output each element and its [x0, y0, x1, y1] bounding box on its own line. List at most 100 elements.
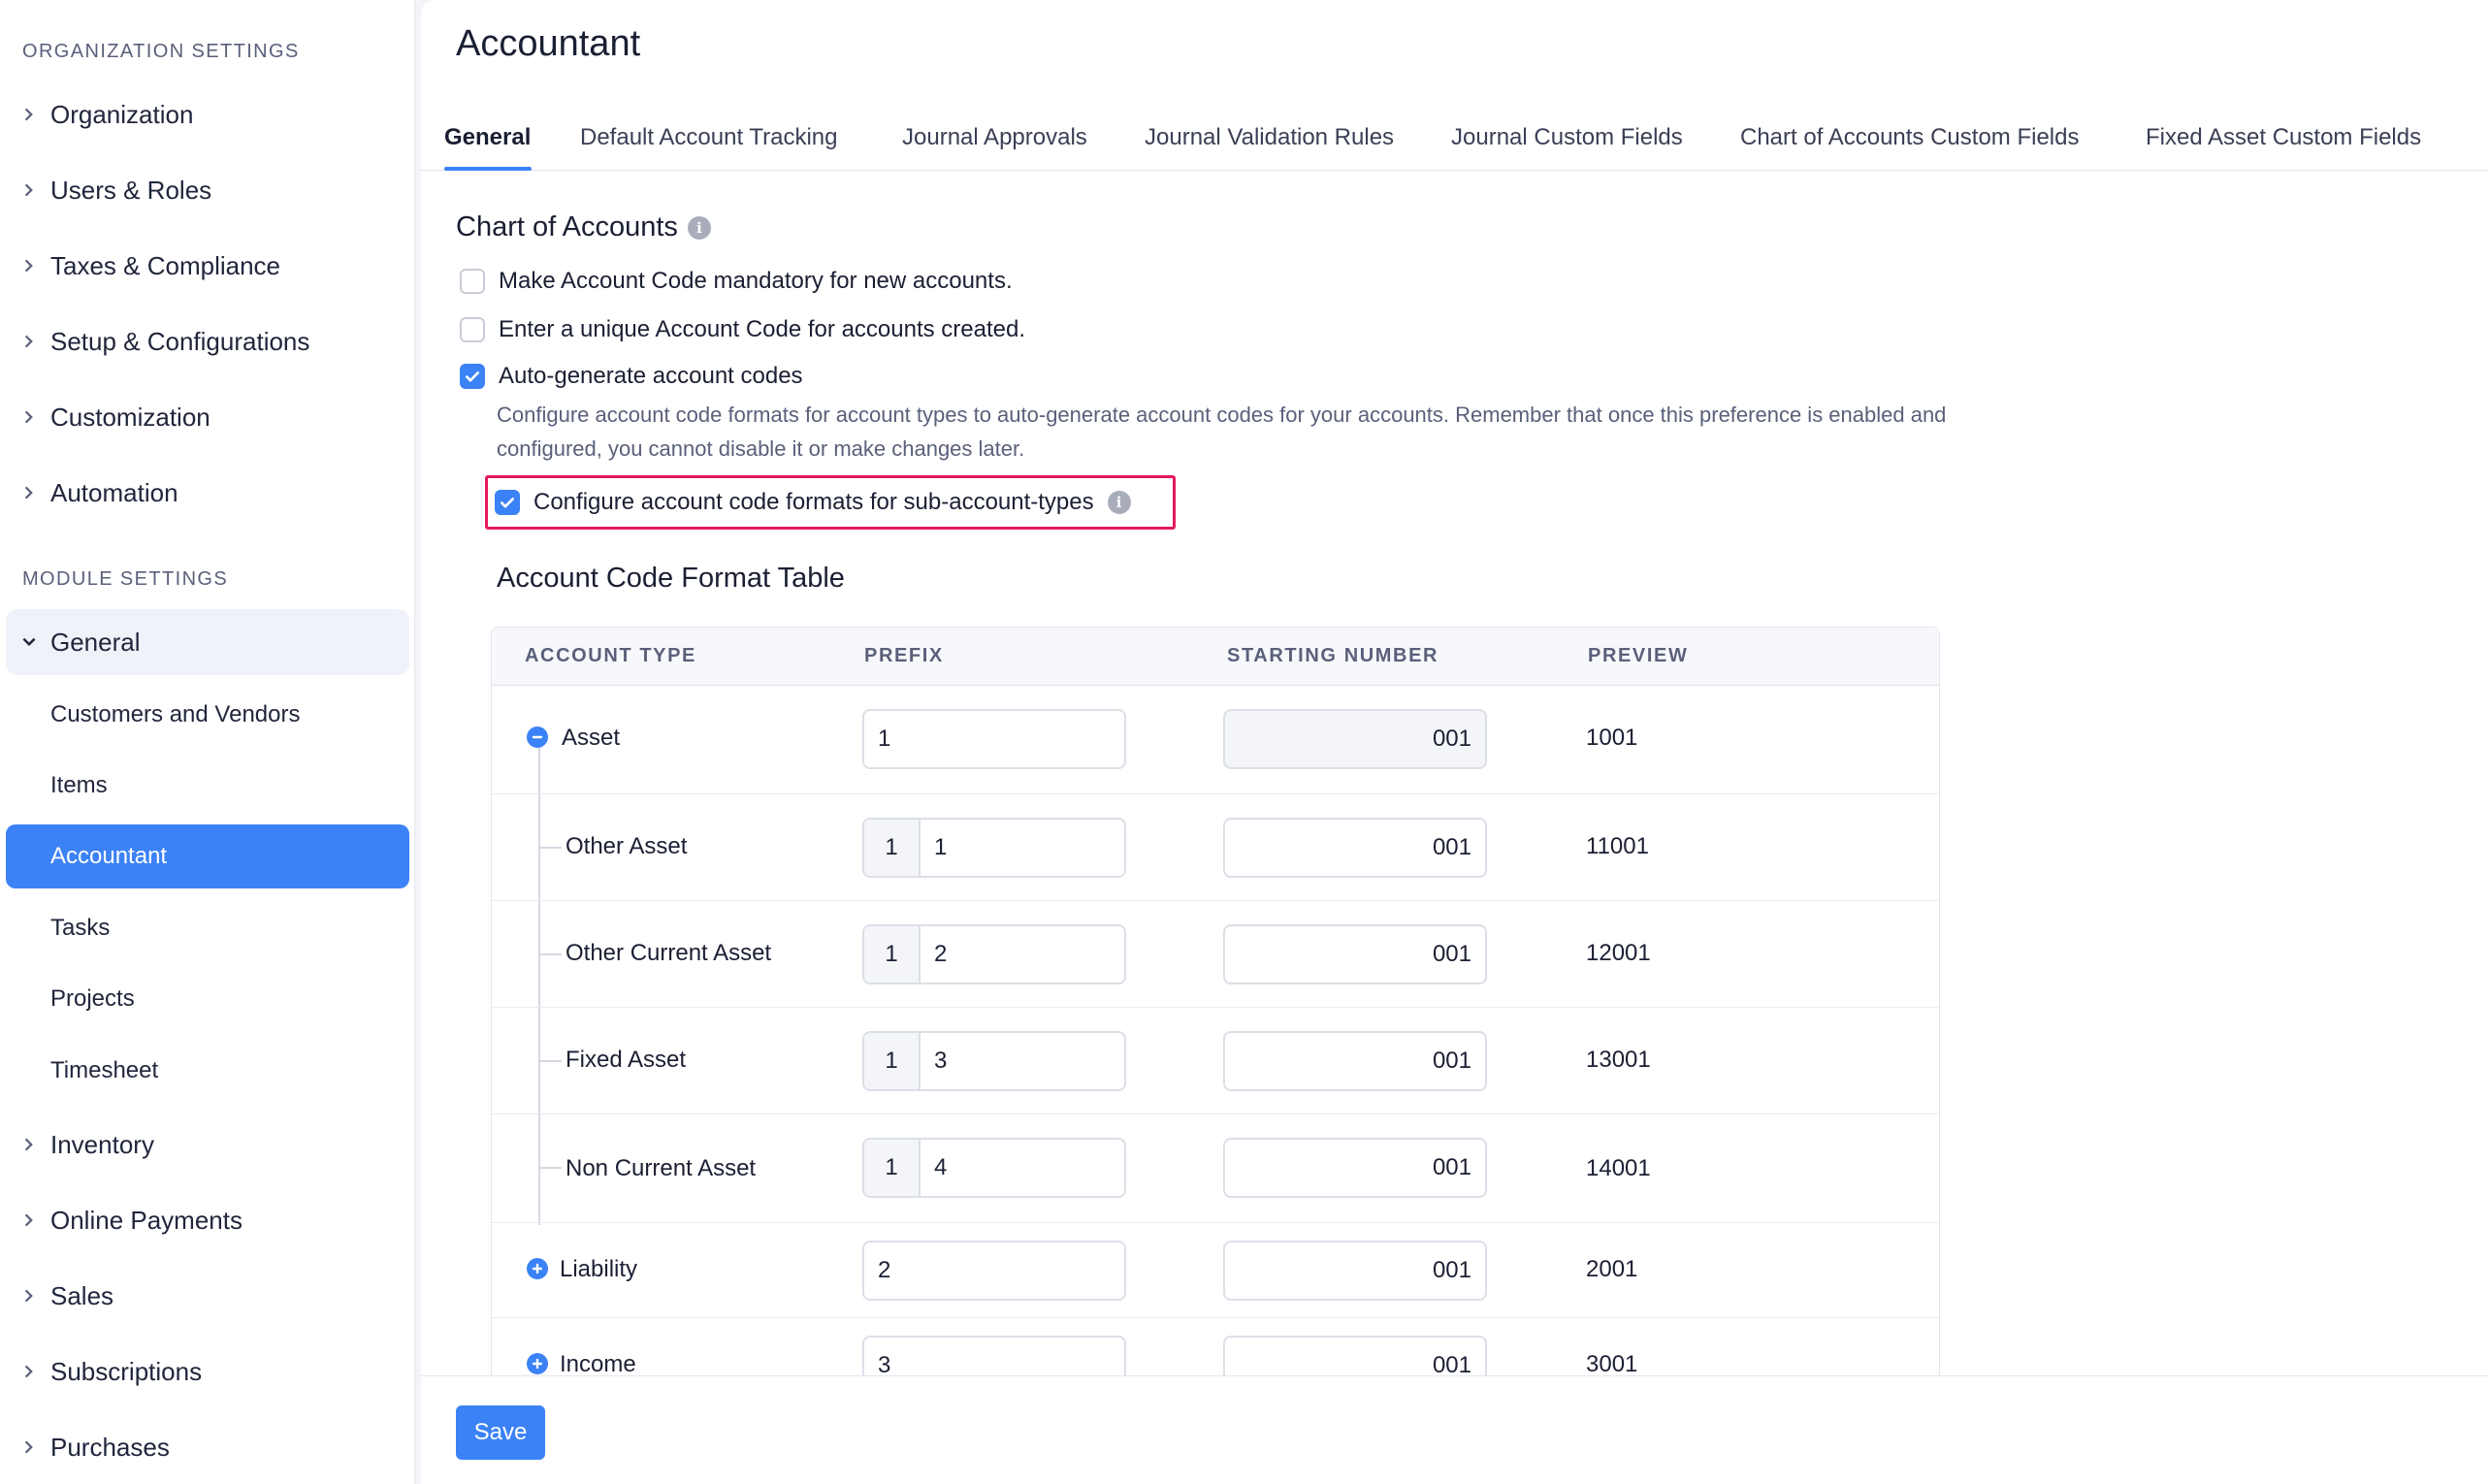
info-icon[interactable]: i [1107, 491, 1131, 514]
sidebar-item-label: Online Payments [50, 1205, 242, 1235]
chevron-right-icon [10, 484, 48, 501]
account-type-name: Asset [562, 725, 621, 751]
tab-default-account-tracking[interactable]: Default Account Tracking [580, 124, 837, 151]
option-sub-account-formats[interactable]: Configure account code formats for sub-a… [495, 489, 1131, 516]
starting-number-input[interactable]: 001 [1223, 924, 1487, 984]
parent-prefix-addon: 1 [864, 926, 921, 983]
prefix-value: 2 [878, 1257, 891, 1283]
sidebar-sub-tasks[interactable]: Tasks [6, 897, 409, 959]
sidebar-item-label: Subscriptions [50, 1356, 203, 1386]
option-label: Make Account Code mandatory for new acco… [499, 268, 1013, 294]
save-button[interactable]: Save [456, 1405, 545, 1460]
account-type-name: Liability [560, 1256, 638, 1282]
sidebar-item-users-roles[interactable]: Users & Roles [6, 159, 409, 221]
sidebar-item-general[interactable]: General [6, 609, 409, 675]
starting-number-input[interactable]: 001 [1223, 709, 1487, 769]
sidebar-item-label: Sales [50, 1280, 114, 1310]
sidebar-item-label: Automation [50, 477, 178, 507]
option-label: Configure account code formats for sub-a… [533, 489, 1094, 515]
option-unique-code[interactable]: Enter a unique Account Code for accounts… [460, 316, 1025, 343]
checkbox-checked[interactable] [495, 490, 520, 515]
sidebar-item-label: Organization [50, 99, 194, 129]
main-panel: Accountant General Default Account Track… [421, 0, 2489, 1484]
sidebar-item-organization[interactable]: Organization [6, 83, 409, 145]
prefix-input[interactable]: 1 4 [862, 1138, 1126, 1198]
chevron-right-icon [10, 1363, 48, 1380]
sidebar-item-customization[interactable]: Customization [6, 386, 409, 448]
preview-value: 12001 [1586, 940, 1651, 966]
chart-of-accounts-heading: Chart of Accounts i [456, 211, 711, 243]
table-row: Fixed Asset 1 3 001 13001 [492, 1008, 1939, 1114]
sidebar-item-online-payments[interactable]: Online Payments [6, 1189, 409, 1251]
preview-value: 13001 [1586, 1047, 1651, 1073]
header-preview: PREVIEW [1588, 645, 1689, 666]
sidebar-item-taxes-compliance[interactable]: Taxes & Compliance [6, 235, 409, 297]
tab-bar: General Default Account Tracking Journal… [421, 114, 2489, 171]
tab-journal-custom-fields[interactable]: Journal Custom Fields [1451, 124, 1683, 151]
sidebar-sub-customers-vendors[interactable]: Customers and Vendors [6, 684, 409, 746]
tab-journal-validation-rules[interactable]: Journal Validation Rules [1145, 124, 1394, 151]
sidebar-sub-accountant[interactable]: Accountant [6, 824, 409, 888]
expand-icon[interactable] [527, 1258, 548, 1279]
sidebar-sub-timesheet[interactable]: Timesheet [6, 1040, 409, 1102]
checkbox-unchecked[interactable] [460, 317, 485, 342]
prefix-value: 1 [878, 726, 891, 752]
chevron-right-icon [10, 1136, 48, 1153]
checkbox-unchecked[interactable] [460, 269, 485, 294]
prefix-input[interactable]: 1 [862, 709, 1126, 769]
account-code-format-table: ACCOUNT TYPE PREFIX STARTING NUMBER PREV… [491, 627, 1940, 1484]
chevron-right-icon [10, 1211, 48, 1229]
option-auto-generate[interactable]: Auto-generate account codes [460, 363, 803, 390]
starting-number-value: 001 [1432, 1048, 1471, 1074]
sidebar-item-inventory[interactable]: Inventory [6, 1113, 409, 1176]
sidebar-sub-projects[interactable]: Projects [6, 968, 409, 1030]
tab-coa-custom-fields[interactable]: Chart of Accounts Custom Fields [1740, 124, 2079, 151]
prefix-input[interactable]: 1 3 [862, 1031, 1126, 1091]
account-type-name: Other Asset [566, 833, 688, 859]
preview-value: 1001 [1586, 725, 1638, 751]
sidebar-item-automation[interactable]: Automation [6, 462, 409, 524]
parent-prefix-addon: 1 [864, 820, 921, 876]
tab-general[interactable]: General [444, 124, 531, 151]
check-icon [466, 371, 479, 382]
chevron-right-icon [10, 106, 48, 123]
starting-number-input[interactable]: 001 [1223, 1138, 1487, 1198]
prefix-input[interactable]: 1 1 [862, 818, 1126, 878]
parent-prefix-addon: 1 [864, 1033, 921, 1089]
prefix-value: 2 [934, 941, 948, 967]
sidebar-item-label: Setup & Configurations [50, 326, 310, 356]
info-icon[interactable]: i [687, 215, 711, 240]
chevron-right-icon [10, 1438, 48, 1456]
parent-prefix-addon: 1 [864, 1140, 921, 1196]
header-prefix: PREFIX [864, 645, 944, 666]
sidebar-item-label: Inventory [50, 1129, 154, 1159]
prefix-input[interactable]: 1 2 [862, 924, 1126, 984]
checkbox-checked[interactable] [460, 364, 485, 389]
sidebar-item-label: Purchases [50, 1432, 170, 1462]
sidebar-item-sales[interactable]: Sales [6, 1265, 409, 1327]
account-type-name: Fixed Asset [566, 1047, 687, 1073]
option-label: Enter a unique Account Code for accounts… [499, 316, 1026, 342]
chevron-right-icon [10, 333, 48, 350]
tab-journal-approvals[interactable]: Journal Approvals [902, 124, 1087, 151]
sidebar-item-setup-configurations[interactable]: Setup & Configurations [6, 310, 409, 372]
sidebar-item-subscriptions[interactable]: Subscriptions [6, 1340, 409, 1403]
sidebar-sub-items[interactable]: Items [6, 755, 409, 817]
sidebar-item-purchases[interactable]: Purchases [6, 1416, 409, 1478]
starting-number-input[interactable]: 001 [1223, 1241, 1487, 1301]
table-header: ACCOUNT TYPE PREFIX STARTING NUMBER PREV… [492, 628, 1939, 686]
collapse-icon[interactable] [527, 726, 548, 748]
tab-fixed-asset-custom-fields[interactable]: Fixed Asset Custom Fields [2146, 124, 2421, 151]
sidebar-item-label: Users & Roles [50, 175, 212, 205]
sidebar-item-label: General [50, 627, 141, 657]
prefix-input[interactable]: 2 [862, 1241, 1126, 1301]
preview-value: 3001 [1586, 1351, 1638, 1377]
expand-icon[interactable] [527, 1353, 548, 1374]
starting-number-input[interactable]: 001 [1223, 818, 1487, 878]
starting-number-input[interactable]: 001 [1223, 1031, 1487, 1091]
table-row: Non Current Asset 1 4 001 14001 [492, 1114, 1939, 1223]
option-mandatory-code[interactable]: Make Account Code mandatory for new acco… [460, 268, 1013, 295]
header-starting-number: STARTING NUMBER [1227, 645, 1439, 666]
settings-sidebar: ORGANIZATION SETTINGS Organization Users… [0, 0, 415, 1484]
starting-number-value: 001 [1432, 834, 1471, 860]
